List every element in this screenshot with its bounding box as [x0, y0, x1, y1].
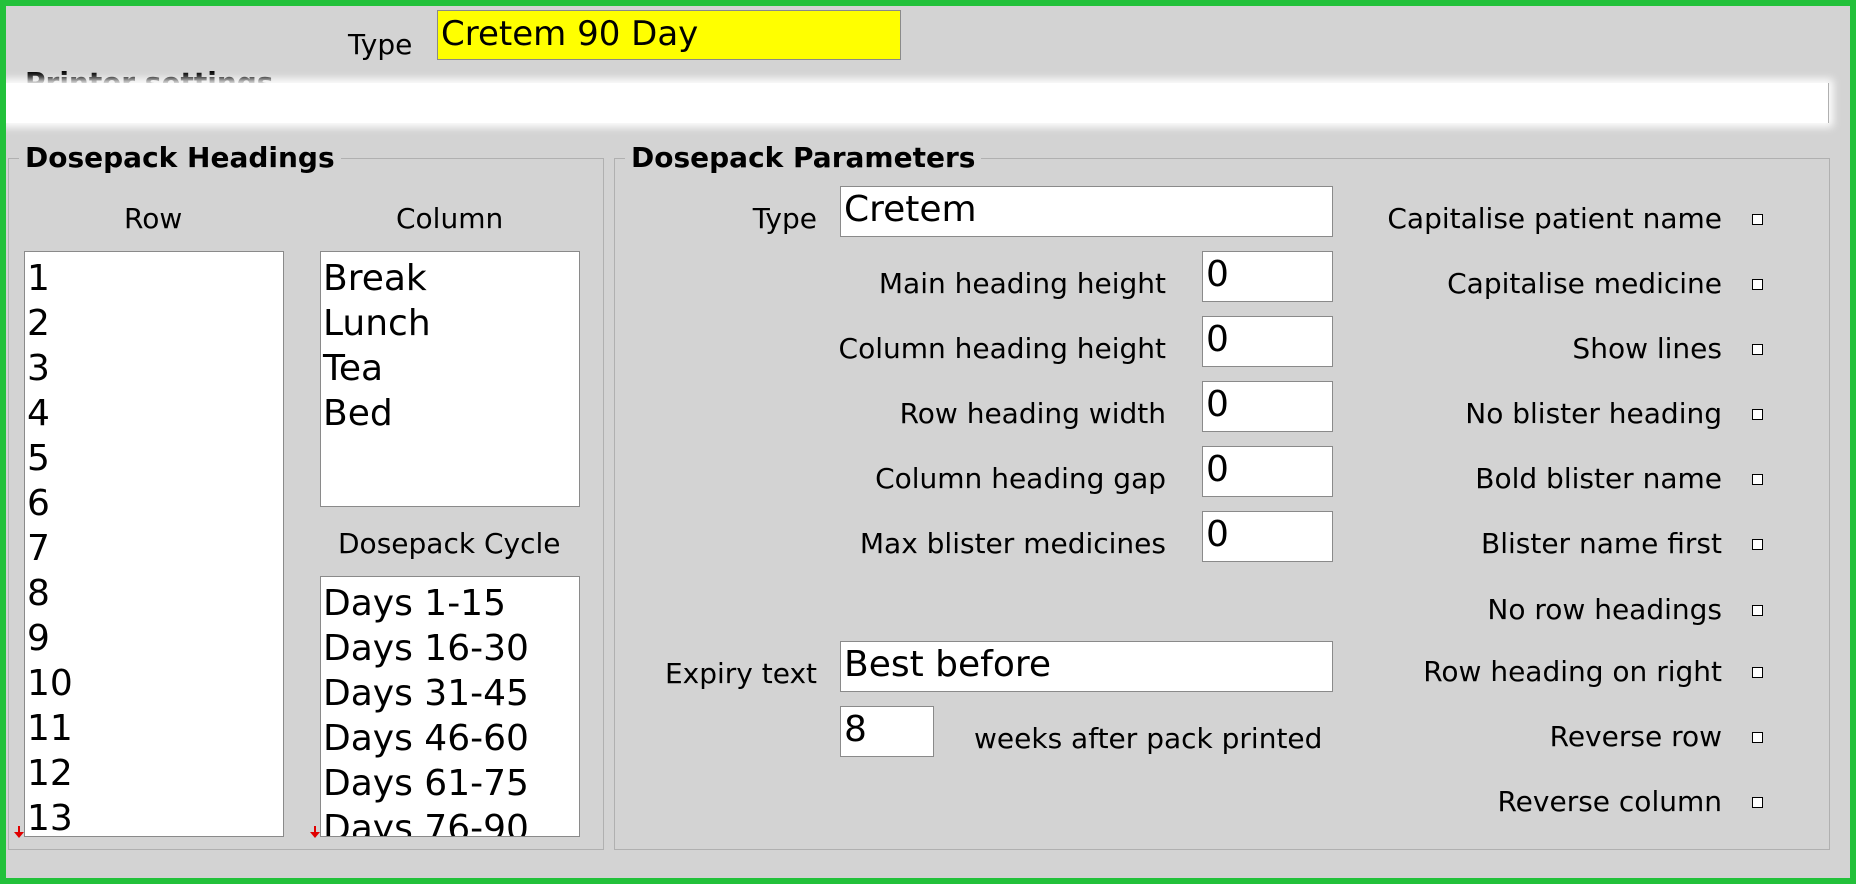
row-scroll-down-icon[interactable] [14, 826, 24, 838]
row-list-item[interactable]: 7 [25, 526, 283, 571]
row-list-item[interactable]: 3 [25, 346, 283, 391]
column-list-item[interactable]: Bed [321, 391, 579, 436]
cycle-list-item[interactable]: Days 1-15 [321, 581, 579, 626]
no-blister-heading-checkbox[interactable] [1752, 409, 1763, 420]
column-list[interactable]: Break Lunch Tea Bed [320, 251, 580, 507]
blister-name-first-checkbox[interactable] [1752, 539, 1763, 550]
row-list-item[interactable]: 2 [25, 301, 283, 346]
row-label: Row [124, 202, 183, 235]
param-type-label: Type [752, 202, 817, 235]
reverse-row-checkbox[interactable] [1752, 732, 1763, 743]
capitalise-medicine-label: Capitalise medicine [1447, 267, 1722, 300]
capitalise-patient-name-checkbox[interactable] [1752, 214, 1763, 225]
column-heading-gap-field[interactable]: 0 [1202, 446, 1333, 497]
dosepack-headings-title: Dosepack Headings [19, 141, 341, 174]
max-blister-medicines-label: Max blister medicines [859, 527, 1166, 560]
column-list-item[interactable]: Lunch [321, 301, 579, 346]
no-row-headings-label: No row headings [1487, 593, 1722, 626]
cycle-list-item[interactable]: Days 16-30 [321, 626, 579, 671]
capitalise-patient-name-label: Capitalise patient name [1387, 202, 1722, 235]
pack-type-field[interactable]: Cretem 90 Day [437, 10, 901, 60]
row-heading-width-field[interactable]: 0 [1202, 381, 1333, 432]
column-heading-gap-label: Column heading gap [875, 462, 1166, 495]
bold-blister-name-checkbox[interactable] [1752, 474, 1763, 485]
type-label: Type [348, 28, 413, 61]
show-lines-label: Show lines [1572, 332, 1722, 365]
row-heading-on-right-checkbox[interactable] [1752, 667, 1763, 678]
row-list-item[interactable]: 12 [25, 751, 283, 796]
cycle-list-item[interactable]: Days 76-90 [321, 806, 579, 836]
column-list-item[interactable]: Break [321, 256, 579, 301]
row-list-item[interactable]: 9 [25, 616, 283, 661]
cycle-list-item[interactable]: Days 46-60 [321, 716, 579, 761]
expiry-text-label: Expiry text [664, 657, 817, 690]
no-row-headings-checkbox[interactable] [1752, 605, 1763, 616]
column-list-item[interactable]: Tea [321, 346, 579, 391]
reverse-column-label: Reverse column [1497, 785, 1722, 818]
weeks-after-label: weeks after pack printed [974, 722, 1323, 755]
capitalise-medicine-checkbox[interactable] [1752, 279, 1763, 290]
row-list-item[interactable]: 4 [25, 391, 283, 436]
row-list-item[interactable]: 6 [25, 481, 283, 526]
expiry-text-field[interactable]: Best before [840, 641, 1333, 692]
row-heading-on-right-label: Row heading on right [1423, 655, 1722, 688]
column-label: Column [396, 202, 504, 235]
row-list-item[interactable]: 5 [25, 436, 283, 481]
row-list-item[interactable]: 11 [25, 706, 283, 751]
row-list-item[interactable]: 10 [25, 661, 283, 706]
blister-name-first-label: Blister name first [1481, 527, 1722, 560]
reverse-column-checkbox[interactable] [1752, 797, 1763, 808]
dosepack-cycle-label: Dosepack Cycle [338, 527, 561, 560]
row-heading-width-label: Row heading width [899, 397, 1166, 430]
main-heading-height-label: Main heading height [878, 267, 1166, 300]
printer-settings-panel [6, 83, 1829, 123]
row-list-item[interactable]: 13 [25, 796, 283, 836]
no-blister-heading-label: No blister heading [1465, 397, 1722, 430]
cycle-scroll-down-icon[interactable] [310, 826, 320, 838]
main-heading-height-field[interactable]: 0 [1202, 251, 1333, 302]
show-lines-checkbox[interactable] [1752, 344, 1763, 355]
bold-blister-name-label: Bold blister name [1475, 462, 1722, 495]
expiry-weeks-field[interactable]: 8 [840, 706, 934, 757]
max-blister-medicines-field[interactable]: 0 [1202, 511, 1333, 562]
cycle-list-item[interactable]: Days 31-45 [321, 671, 579, 716]
column-heading-height-label: Column heading height [838, 332, 1166, 365]
dosepack-cycle-list[interactable]: Days 1-15 Days 16-30 Days 31-45 Days 46-60 D… [320, 576, 580, 837]
param-type-field[interactable]: Cretem [840, 186, 1333, 237]
dosepack-parameters-title: Dosepack Parameters [625, 141, 982, 174]
cycle-list-item[interactable]: Days 61-75 [321, 761, 579, 806]
reverse-row-label: Reverse row [1549, 720, 1722, 753]
form-window: Type Cretem 90 Day Printer settings Dose… [6, 6, 1850, 878]
row-list[interactable]: 1 2 3 4 5 6 7 8 9 10 11 12 13 [24, 251, 284, 837]
column-heading-height-field[interactable]: 0 [1202, 316, 1333, 367]
row-list-item[interactable]: 8 [25, 571, 283, 616]
row-list-item[interactable]: 1 [25, 256, 283, 301]
